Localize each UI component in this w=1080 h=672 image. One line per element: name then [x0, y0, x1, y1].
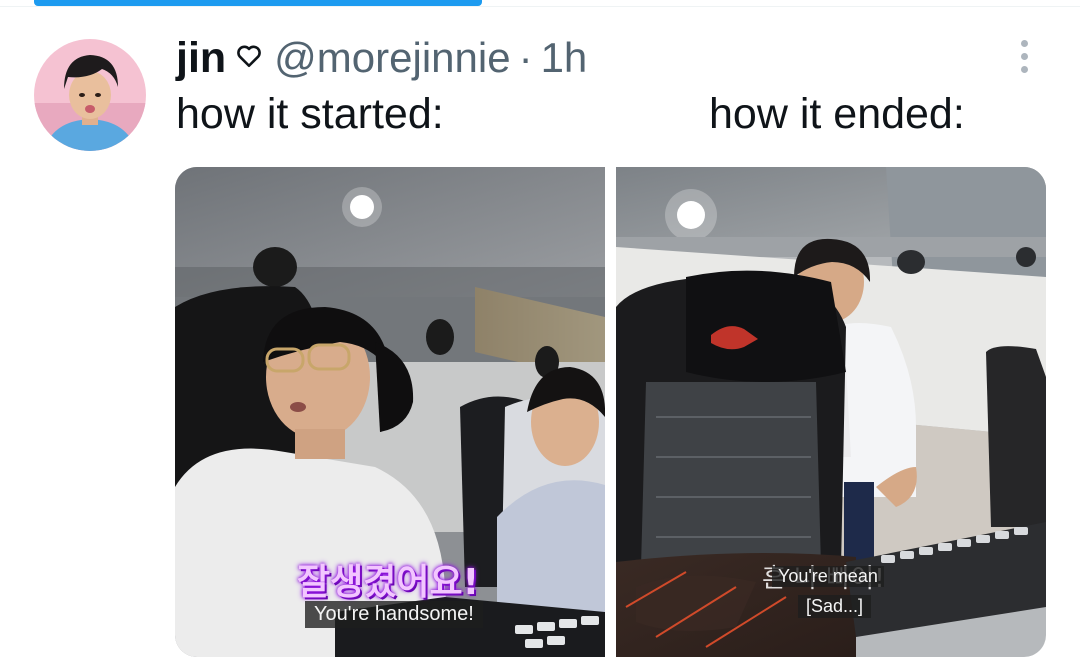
subtitle-korean-left: 잘생겼어요!: [297, 562, 480, 603]
avatar-image: [34, 39, 146, 151]
post-header: jin @morejinnie · 1h: [176, 30, 587, 86]
subtitle-english-left: You're handsome!: [305, 601, 483, 628]
avatar[interactable]: [34, 39, 146, 151]
display-name[interactable]: jin: [176, 34, 226, 83]
subtitle-english-right-2: [Sad...]: [798, 595, 872, 618]
separator-dot: ·: [518, 34, 533, 81]
tweet-text-left: how it started:: [176, 90, 444, 138]
media-grid[interactable]: 잘생겼어요! You're handsome! You're mean [Sad…: [175, 167, 1046, 657]
user-handle[interactable]: @morejinnie: [274, 34, 510, 82]
vertical-ellipsis-icon[interactable]: [1014, 40, 1034, 80]
media-image-left[interactable]: 잘생겼어요! You're handsome!: [175, 167, 605, 657]
post-time[interactable]: 1h: [541, 34, 588, 82]
subtitle-english-right-1: You're mean: [772, 566, 884, 587]
heart-outline-icon: [236, 39, 262, 78]
tweet-text-right: how it ended:: [709, 90, 965, 138]
media-image-right[interactable]: 흔 나 빠이! You're mean [Sad...]: [616, 167, 1046, 657]
top-divider: [0, 6, 1080, 7]
